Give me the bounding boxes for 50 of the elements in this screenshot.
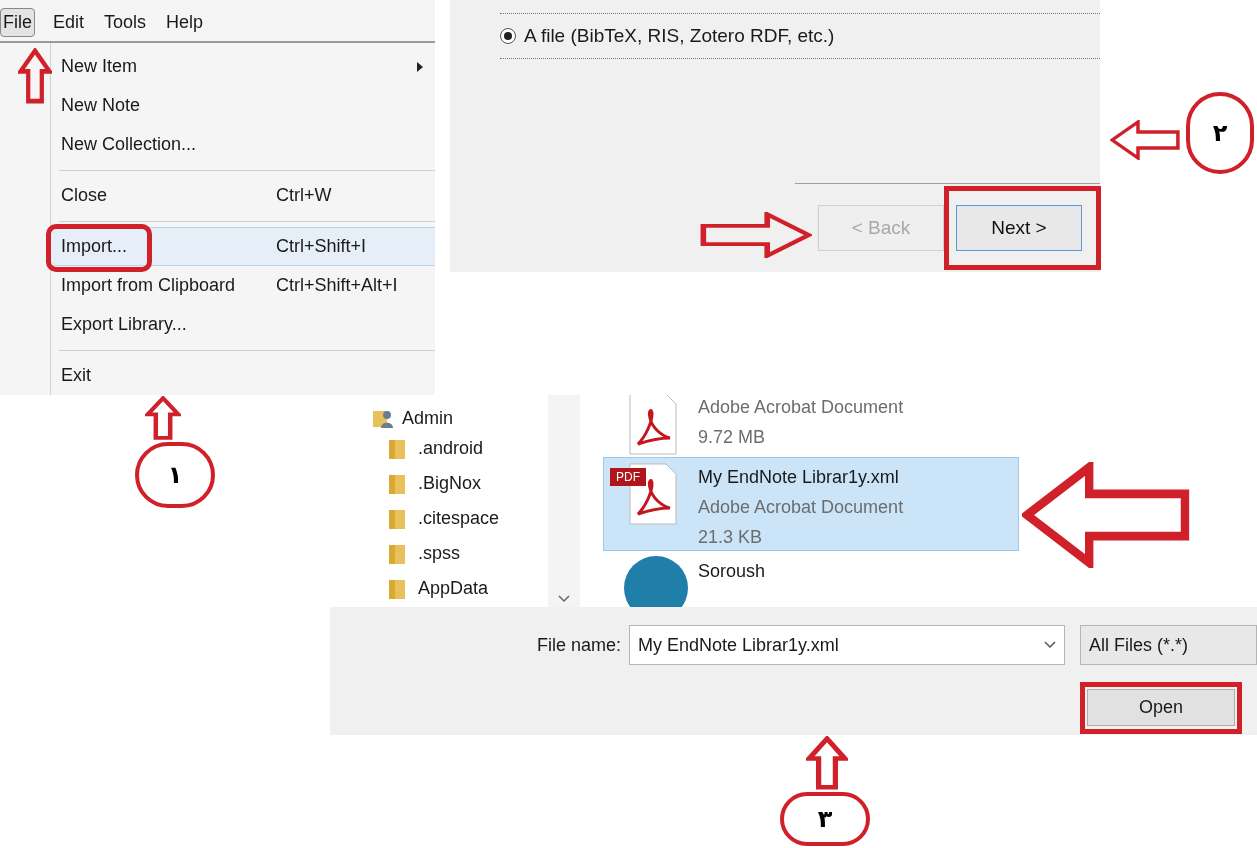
folder-icon xyxy=(388,437,406,460)
menu-item[interactable]: Exit xyxy=(51,356,435,395)
menubar-item[interactable]: Help xyxy=(164,9,206,36)
step-number: ۳ xyxy=(780,792,870,846)
file-name: My EndNote Librar1y.xml xyxy=(698,466,900,489)
field-label: File name: xyxy=(537,633,622,657)
menubar-item[interactable]: File xyxy=(0,8,35,37)
file-name: Soroush xyxy=(698,560,766,583)
nav-tree-item[interactable]: .citespace xyxy=(418,505,500,532)
step-number: ۱ xyxy=(135,442,215,508)
chevron-down-icon[interactable] xyxy=(558,595,570,603)
menu-item[interactable]: Import from Clipboard Ctrl+Shift+Alt+I xyxy=(51,266,435,305)
menu-item[interactable]: New Item xyxy=(51,47,435,86)
nav-tree-item[interactable]: Admin xyxy=(402,404,454,432)
step-number: ۲ xyxy=(1186,92,1254,174)
radio-option[interactable]: A file (BibTeX, RIS, Zotero RDF, etc.) xyxy=(500,14,1100,58)
annotation-arrow xyxy=(145,396,181,440)
nav-tree-item[interactable]: .BigNox xyxy=(418,470,482,497)
menu-item[interactable]: Close Ctrl+W xyxy=(51,176,435,215)
menu-item[interactable]: New Collection... xyxy=(51,125,435,164)
folder-icon xyxy=(388,542,406,565)
wizard-button[interactable]: Next > xyxy=(956,205,1082,251)
annotation-arrow xyxy=(1110,120,1180,160)
app-icon xyxy=(624,556,688,607)
chevron-down-icon[interactable] xyxy=(1044,641,1057,649)
folder-icon xyxy=(388,507,406,530)
scrollbar[interactable] xyxy=(548,395,580,607)
file-type: Adobe Acrobat Document xyxy=(698,396,904,419)
file-name-field[interactable]: My EndNote Librar1y.xml xyxy=(629,625,1066,665)
nav-tree-item[interactable]: .spss xyxy=(418,540,460,567)
file-size: 9.72 MB xyxy=(698,426,767,449)
menubar-item[interactable]: Edit xyxy=(51,9,87,36)
menu-item[interactable]: New Note xyxy=(51,86,435,125)
menu-item[interactable]: Export Library... xyxy=(51,305,435,344)
menubar-item[interactable]: Tools xyxy=(102,9,149,36)
file-type: Adobe Acrobat Document xyxy=(698,496,904,519)
file-list-item[interactable]: PDF My EndNote Librar1y.xml Adobe Acrobat Document 21.3 KB xyxy=(603,457,1019,551)
pdf-badge: PDF xyxy=(610,468,646,486)
radio-button[interactable] xyxy=(500,28,516,44)
annotation-arrow xyxy=(806,736,848,790)
menu-item[interactable]: Import... Ctrl+Shift+I xyxy=(51,227,435,266)
file-list-item[interactable]: Adobe Acrobat Document 9.72 MB xyxy=(603,395,1019,457)
annotation-arrow xyxy=(18,48,52,104)
folder-icon xyxy=(388,472,406,495)
file-type-dropdown[interactable]: All Files (*.*) xyxy=(1080,625,1257,665)
nav-tree-item[interactable]: AppData xyxy=(418,575,489,602)
file-size: 21.3 KB xyxy=(698,526,764,549)
open-button[interactable]: Open xyxy=(1087,689,1235,726)
nav-tree-item[interactable]: .android xyxy=(418,435,484,462)
folder-icon xyxy=(388,577,406,600)
